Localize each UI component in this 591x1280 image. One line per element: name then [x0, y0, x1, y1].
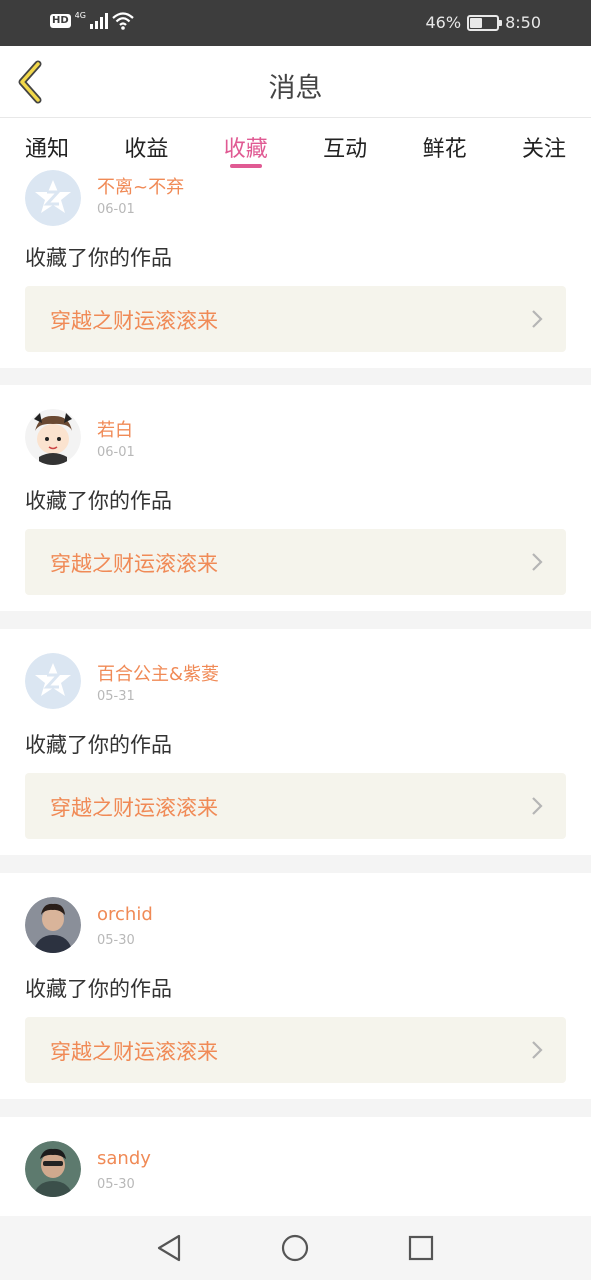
tab-label: 互动	[323, 137, 368, 162]
tab-notice[interactable]: 通知	[25, 118, 69, 170]
work-link[interactable]: 穿越之财运滚滚来	[25, 529, 566, 595]
username[interactable]: 不离~不弃	[97, 173, 184, 199]
tab-favorites[interactable]: 收藏	[224, 118, 268, 170]
notification-card: 若白 06-01 收藏了你的作品 穿越之财运滚滚来	[0, 385, 591, 611]
tab-earnings[interactable]: 收益	[124, 118, 168, 170]
action-text: 收藏了你的作品	[25, 489, 172, 513]
tab-label: 通知	[25, 137, 70, 162]
battery-icon	[467, 14, 503, 31]
photo-avatar[interactable]	[25, 897, 81, 953]
tab-active-indicator	[229, 164, 262, 168]
work-link[interactable]: 穿越之财运滚滚来	[25, 773, 566, 839]
circle-home-icon	[281, 1234, 309, 1262]
notification-date: 05-30	[97, 1177, 135, 1192]
notification-date: 06-01	[97, 445, 135, 460]
work-title: 穿越之财运滚滚来	[50, 309, 218, 333]
header: 消息	[0, 46, 591, 118]
work-title: 穿越之财运滚滚来	[50, 552, 218, 576]
action-text: 收藏了你的作品	[25, 977, 172, 1001]
triangle-back-icon	[157, 1234, 181, 1262]
nav-home-button[interactable]	[275, 1230, 315, 1266]
tab-label: 关注	[521, 137, 566, 162]
square-recents-icon	[408, 1235, 434, 1261]
chevron-right-icon	[532, 1041, 543, 1059]
cartoon-avatar[interactable]	[25, 409, 81, 465]
status-bar: HD 4G 46% 8:50	[0, 0, 591, 46]
work-title: 穿越之财运滚滚来	[50, 796, 218, 820]
tab-label: 鲜花	[422, 137, 467, 162]
notification-date: 06-01	[97, 202, 135, 217]
tab-label: 收藏	[223, 137, 268, 162]
username[interactable]: 若白	[97, 416, 133, 442]
status-left: HD 4G	[50, 12, 134, 30]
notification-list[interactable]: 不离~不弃 06-01 收藏了你的作品 穿越之财运滚滚来 若白 06-01 收藏…	[0, 170, 591, 1216]
wifi-icon	[112, 12, 134, 30]
chevron-right-icon	[532, 553, 543, 571]
action-text: 收藏了你的作品	[25, 246, 172, 270]
tab-interaction[interactable]: 互动	[323, 118, 367, 170]
tab-flowers[interactable]: 鲜花	[423, 118, 467, 170]
tab-follow[interactable]: 关注	[522, 118, 566, 170]
default-avatar-icon[interactable]	[25, 170, 81, 226]
work-title: 穿越之财运滚滚来	[50, 1040, 218, 1064]
battery-percent: 46%	[425, 13, 462, 32]
nav-recents-button[interactable]	[401, 1230, 441, 1266]
status-right: 46% 8:50	[426, 13, 542, 32]
notification-card: orchid 05-30 收藏了你的作品 穿越之财运滚滚来	[0, 873, 591, 1099]
network-type: 4G	[74, 11, 86, 20]
page-title: 消息	[268, 73, 323, 104]
system-nav-bar	[0, 1216, 591, 1280]
username[interactable]: orchid	[97, 904, 153, 925]
work-link[interactable]: 穿越之财运滚滚来	[25, 286, 566, 352]
username[interactable]: 百合公主&紫菱	[97, 660, 219, 686]
default-avatar-icon[interactable]	[25, 653, 81, 709]
notification-card: sandy 05-30	[0, 1117, 591, 1216]
notification-card: 不离~不弃 06-01 收藏了你的作品 穿越之财运滚滚来	[0, 170, 591, 368]
hd-badge: HD	[50, 14, 71, 28]
signal-icon	[89, 13, 108, 29]
tab-label: 收益	[124, 137, 169, 162]
nav-back-button[interactable]	[149, 1230, 189, 1266]
photo-avatar[interactable]	[25, 1141, 81, 1197]
clock: 8:50	[505, 13, 541, 32]
username[interactable]: sandy	[97, 1148, 151, 1169]
notification-date: 05-31	[97, 689, 135, 704]
chevron-right-icon	[532, 310, 543, 328]
notification-date: 05-30	[97, 933, 135, 948]
action-text: 收藏了你的作品	[25, 733, 172, 757]
work-link[interactable]: 穿越之财运滚滚来	[25, 1017, 566, 1083]
chevron-right-icon	[532, 797, 543, 815]
tab-bar: 通知 收益 收藏 互动 鲜花 关注	[0, 118, 591, 170]
notification-card: 百合公主&紫菱 05-31 收藏了你的作品 穿越之财运滚滚来	[0, 629, 591, 855]
